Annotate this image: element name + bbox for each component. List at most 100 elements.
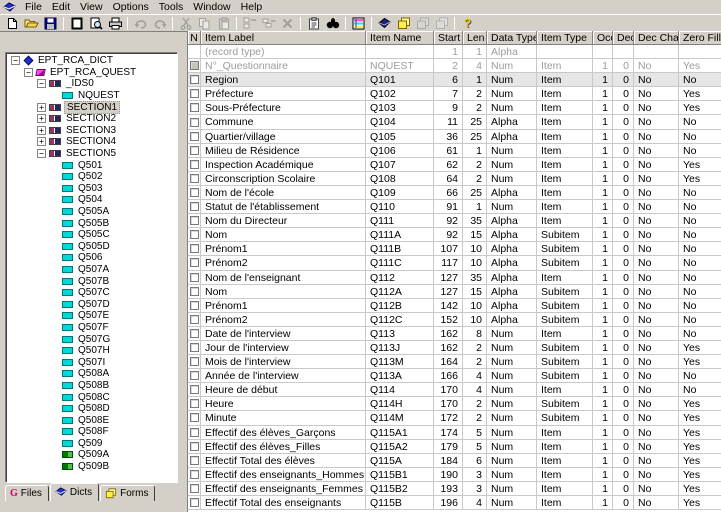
table-row[interactable]: Nom de l'écoleQ1096625AlphaItem10NoNo	[188, 186, 721, 200]
expand-icon[interactable]: +	[37, 103, 46, 112]
table-row[interactable]: Nom du DirecteurQ1119235AlphaItem10NoNo	[188, 214, 721, 228]
tree-item-q507h[interactable]: Q507H	[6, 345, 177, 357]
tree-item-q504[interactable]: Q504	[6, 194, 177, 206]
forms-stack-icon[interactable]	[394, 15, 413, 31]
table-row[interactable]: Sous-PréfectureQ10392NumItem10NoYes	[188, 101, 721, 115]
dict-layout-icon[interactable]	[67, 15, 86, 31]
row-checkbox[interactable]	[190, 75, 199, 84]
tree-item-q505a[interactable]: Q505A	[6, 206, 177, 218]
tree-item-q507g[interactable]: Q507G	[6, 333, 177, 345]
table-row[interactable]: Effectif des enseignants_FemmesQ115B2193…	[188, 482, 721, 496]
table-row[interactable]: Effectif Total des élèvesQ115A1846NumIte…	[188, 454, 721, 468]
row-checkbox[interactable]	[190, 258, 199, 267]
tree-item-q506[interactable]: Q506	[6, 252, 177, 264]
table-row[interactable]: Inspection AcadémiqueQ107622NumItem10NoY…	[188, 158, 721, 172]
table-row[interactable]: Statut de l'établissementQ110911NumItem1…	[188, 200, 721, 214]
tree-item-section3[interactable]: +SECTION3	[6, 125, 177, 137]
table-row[interactable]: Prénom1Q111B10710AlphaSubitem10NoNo	[188, 242, 721, 256]
row-checkbox[interactable]	[190, 146, 199, 155]
tree-item-_ids0[interactable]: −_IDS0	[6, 78, 177, 90]
tree-item-q503[interactable]: Q503	[6, 183, 177, 195]
table-row[interactable]: Mois de l'interviewQ113M1642NumSubitem10…	[188, 355, 721, 369]
menu-tools[interactable]: Tools	[154, 0, 189, 14]
menu-options[interactable]: Options	[108, 0, 154, 14]
row-checkbox[interactable]	[190, 103, 199, 112]
row-checkbox[interactable]	[190, 371, 199, 380]
row-checkbox[interactable]	[190, 470, 199, 479]
table-row[interactable]: (record type)11Alpha	[188, 45, 721, 59]
table-row[interactable]: Circonscription ScolaireQ108642NumItem10…	[188, 172, 721, 186]
print-icon[interactable]	[105, 15, 124, 31]
collapse-icon[interactable]: −	[37, 79, 46, 88]
table-row[interactable]: Effectif Total des enseignantsQ115B1964N…	[188, 496, 721, 510]
expand-icon[interactable]: +	[37, 137, 46, 146]
row-checkbox[interactable]	[190, 315, 199, 324]
tree-item-q508c[interactable]: Q508C	[6, 391, 177, 403]
tab-files[interactable]: GFiles	[5, 485, 49, 501]
table-row[interactable]: Prénom1Q112B14210AlphaSubitem10NoNo	[188, 299, 721, 313]
table-row[interactable]: RegionQ10161NumItem10NoNo	[188, 73, 721, 87]
table-row[interactable]: Année de l'interviewQ113A1664NumSubitem1…	[188, 369, 721, 383]
tree-item-q507d[interactable]: Q507D	[6, 298, 177, 310]
table-row[interactable]: Heure de débutQ1141704NumItem10NoNo	[188, 383, 721, 397]
table-row[interactable]: Effectif des enseignants_HommesQ115B1190…	[188, 468, 721, 482]
tree-item-q507e[interactable]: Q507E	[6, 310, 177, 322]
row-checkbox[interactable]	[190, 118, 199, 127]
table-row[interactable]: N°_QuestionnaireNQUEST24NumItem10NoYes	[188, 59, 721, 73]
menu-file[interactable]: File	[20, 0, 47, 14]
tree-item-nquest[interactable]: NQUEST	[6, 90, 177, 102]
find-icon[interactable]	[323, 15, 342, 31]
tree-item-q508e[interactable]: Q508E	[6, 414, 177, 426]
tree-item-q507c[interactable]: Q507C	[6, 287, 177, 299]
row-checkbox[interactable]	[190, 132, 199, 141]
menu-help[interactable]: Help	[236, 0, 268, 14]
collapse-icon[interactable]: −	[11, 56, 20, 65]
table-row[interactable]: MinuteQ114M1722NumSubitem10NoYes	[188, 411, 721, 425]
row-checkbox[interactable]	[190, 428, 199, 437]
table-row[interactable]: NomQ112A12715AlphaSubitem10NoNo	[188, 285, 721, 299]
menu-window[interactable]: Window	[188, 0, 235, 14]
row-checkbox[interactable]	[190, 188, 199, 197]
menu-view[interactable]: View	[75, 0, 108, 14]
row-checkbox[interactable]	[190, 160, 199, 169]
tree-item-q508a[interactable]: Q508A	[6, 368, 177, 380]
tree-item-q508d[interactable]: Q508D	[6, 403, 177, 415]
row-checkbox[interactable]	[190, 287, 199, 296]
notes-icon[interactable]	[304, 15, 323, 31]
row-checkbox[interactable]	[190, 174, 199, 183]
row-checkbox[interactable]	[190, 329, 199, 338]
tree-item-q502[interactable]: Q502	[6, 171, 177, 183]
tree-item-section2[interactable]: +SECTION2	[6, 113, 177, 125]
tree-item-q507b[interactable]: Q507B	[6, 275, 177, 287]
print-preview-icon[interactable]	[86, 15, 105, 31]
row-checkbox[interactable]	[190, 301, 199, 310]
table-row[interactable]: CommuneQ1041125AlphaItem10NoNo	[188, 115, 721, 129]
table-row[interactable]: Quartier/villageQ1053625AlphaItem10NoNo	[188, 130, 721, 144]
row-checkbox[interactable]	[190, 202, 199, 211]
table-row[interactable]: Jour de l'interviewQ113J1622NumSubitem10…	[188, 341, 721, 355]
row-checkbox[interactable]	[190, 484, 199, 493]
collapse-icon[interactable]: −	[24, 68, 33, 77]
tree-item-ept_rca_dict[interactable]: −EPT_RCA_DICT	[6, 55, 177, 67]
table-row[interactable]: NomQ111A9215AlphaSubitem10NoNo	[188, 228, 721, 242]
tree-item-q505c[interactable]: Q505C	[6, 229, 177, 241]
row-checkbox[interactable]	[190, 61, 199, 70]
table-row[interactable]: HeureQ114H1702NumSubitem10NoYes	[188, 397, 721, 411]
open-icon[interactable]	[22, 15, 41, 31]
expand-icon[interactable]: +	[37, 126, 46, 135]
tree-item-q508f[interactable]: Q508F	[6, 426, 177, 438]
row-checkbox[interactable]	[190, 357, 199, 366]
row-checkbox[interactable]	[190, 399, 199, 408]
table-row[interactable]: Prénom2Q112C15210AlphaSubitem10NoNo	[188, 313, 721, 327]
dictionary-icon[interactable]	[375, 15, 394, 31]
expand-icon[interactable]: +	[37, 114, 46, 123]
table-row[interactable]: PréfectureQ10272NumItem10NoYes	[188, 87, 721, 101]
save-icon[interactable]	[41, 15, 60, 31]
tab-dicts[interactable]: Dicts	[50, 483, 99, 501]
new-icon[interactable]	[3, 15, 22, 31]
row-checkbox[interactable]	[190, 456, 199, 465]
row-checkbox[interactable]	[190, 273, 199, 282]
row-checkbox[interactable]	[190, 89, 199, 98]
tree-item-q505b[interactable]: Q505B	[6, 217, 177, 229]
table-row[interactable]: Prénom2Q111C11710AlphaSubitem10NoNo	[188, 256, 721, 270]
